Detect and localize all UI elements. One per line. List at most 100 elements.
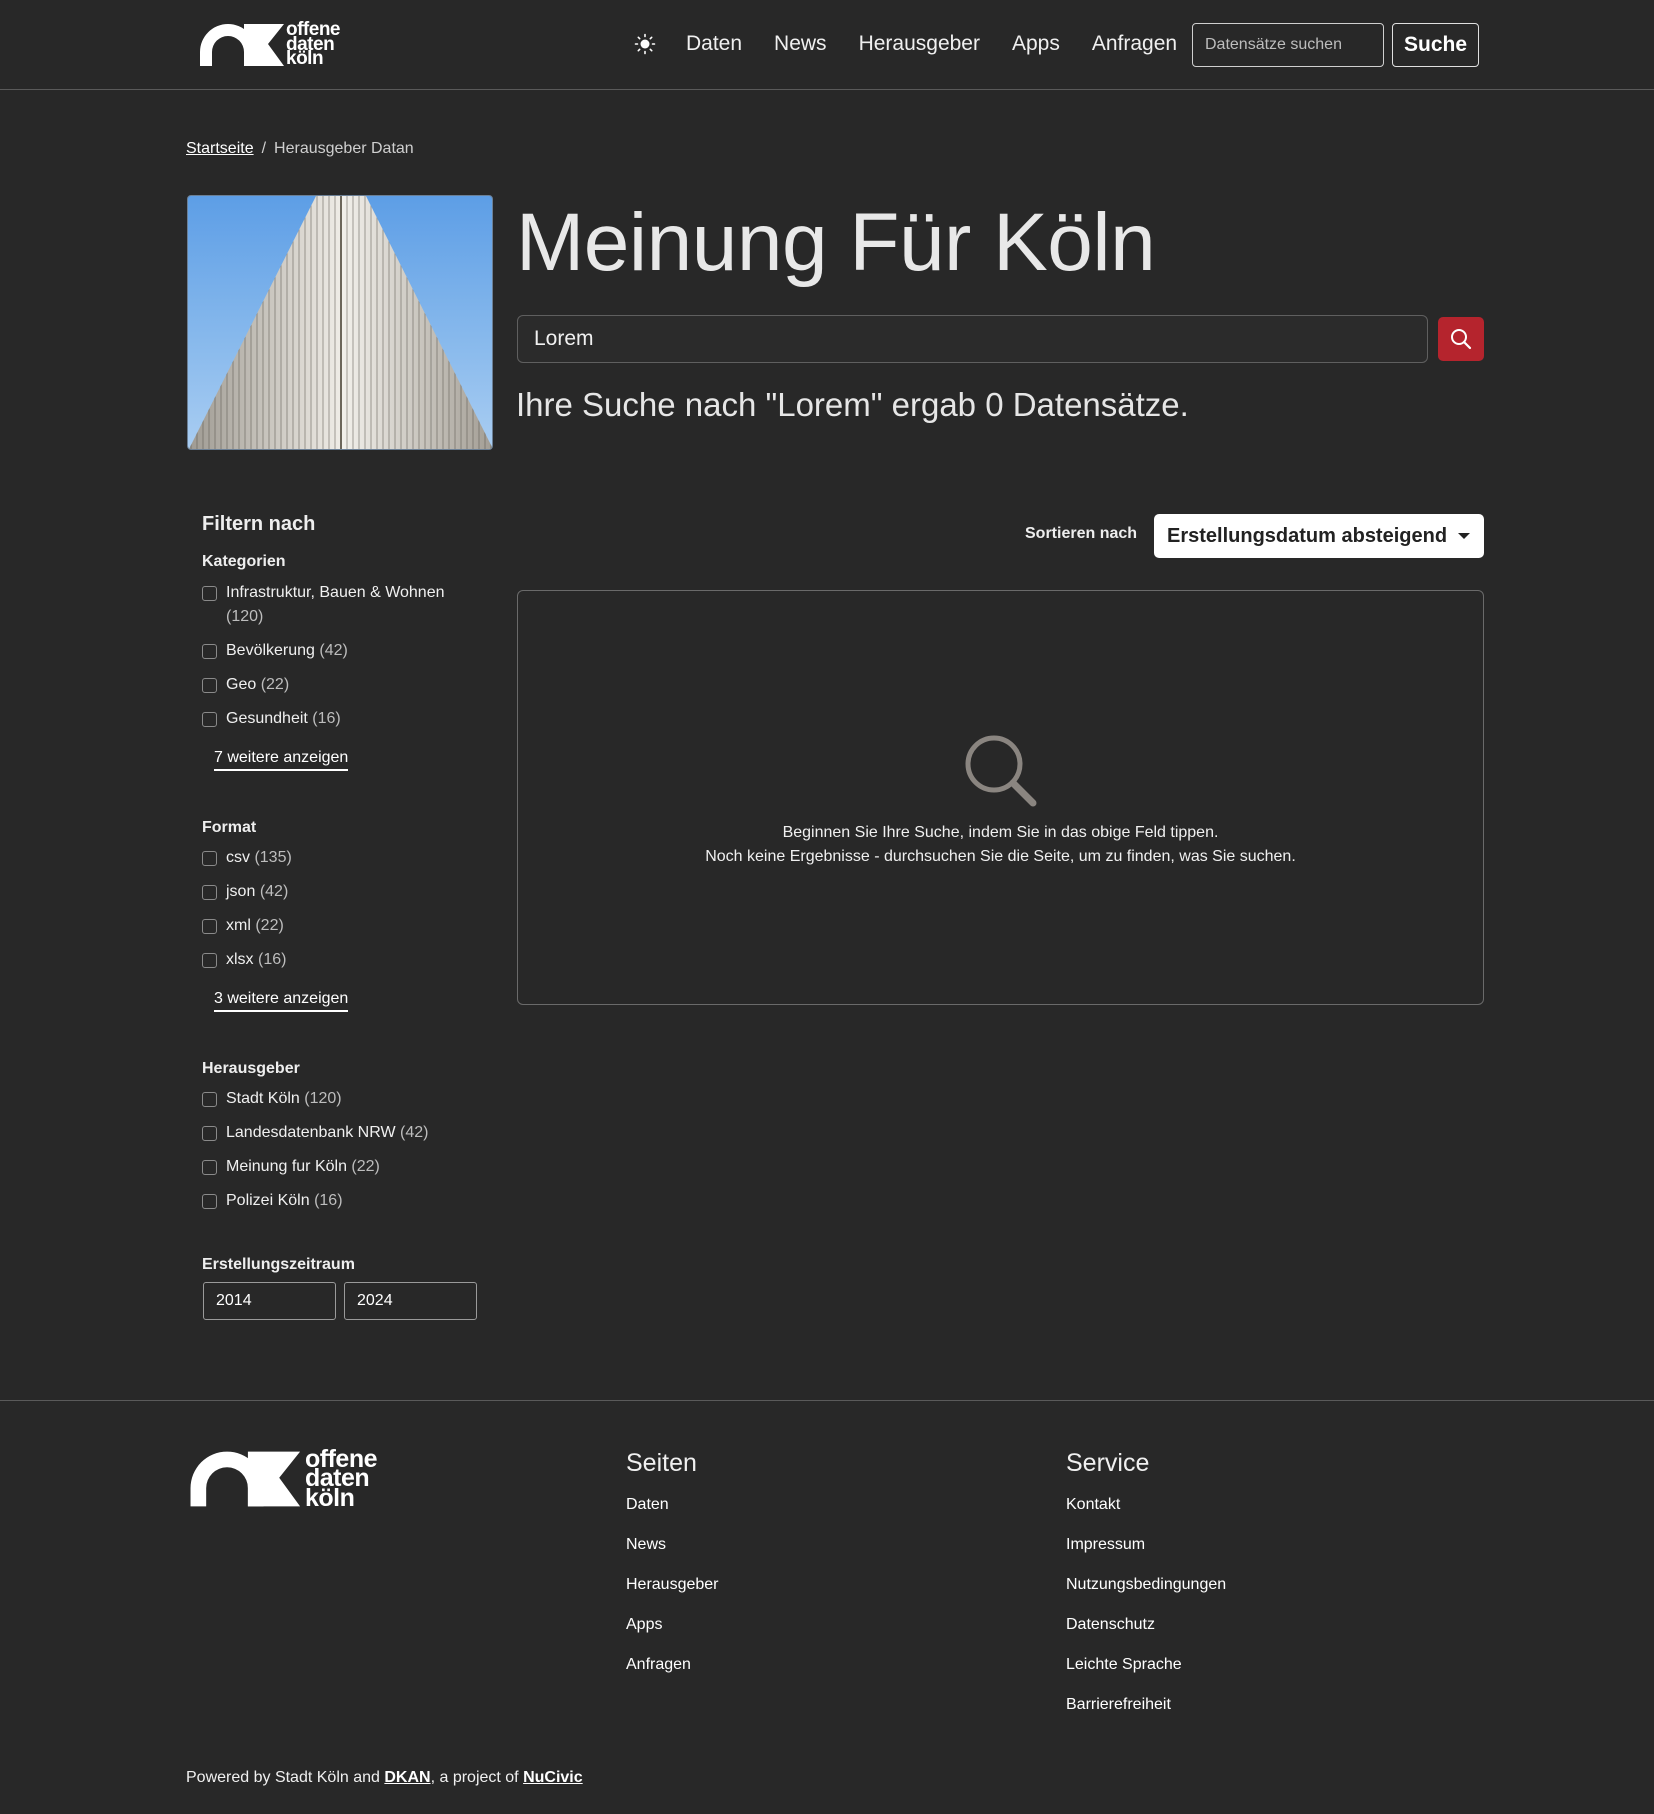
filter-option[interactable]: Stadt Köln (120) [202, 1087, 462, 1111]
filter-option[interactable]: Geo (22) [202, 673, 462, 697]
footer-link-herausgeber[interactable]: Herausgeber [626, 1576, 719, 1616]
show-more-format-link[interactable]: 3 weitere anzeigen [214, 990, 349, 1012]
filter-option[interactable]: Gesundheit (16) [202, 707, 462, 731]
option-name: json [226, 883, 256, 900]
filter-option[interactable]: xml (22) [202, 914, 462, 938]
nucivic-link[interactable]: NuCivic [523, 1769, 583, 1786]
option-name: xlsx [226, 951, 254, 968]
filter-option[interactable]: Polizei Köln (16) [202, 1189, 462, 1213]
footer-link-barrierefreiheit[interactable]: Barrierefreiheit [1066, 1696, 1226, 1736]
powered-by-text: , a project of [430, 1769, 524, 1786]
footer-link-kontakt[interactable]: Kontakt [1066, 1496, 1226, 1536]
nav-news[interactable]: News [774, 26, 827, 62]
filter-group-erstellungszeitraum: Erstellungszeitraum [202, 1256, 355, 1273]
nav-herausgeber[interactable]: Herausgeber [859, 26, 980, 62]
footer-link-nutzungsbedingungen[interactable]: Nutzungsbedingungen [1066, 1576, 1226, 1616]
nav-anfragen[interactable]: Anfragen [1092, 26, 1177, 62]
dataset-search-button[interactable] [1438, 317, 1484, 361]
footer-link-impressum[interactable]: Impressum [1066, 1536, 1226, 1576]
checkbox[interactable] [202, 1194, 217, 1209]
footer-seiten-title: Seiten [626, 1449, 697, 1477]
filter-option[interactable]: Infrastruktur, Bauen & Wohnen (120) [202, 581, 462, 629]
option-name: Gesundheit [226, 710, 308, 727]
dataset-search-input[interactable] [517, 315, 1428, 363]
checkbox[interactable] [202, 1160, 217, 1175]
footer-service-title: Service [1066, 1449, 1150, 1477]
sort-selected-value: Erstellungsdatum absteigend [1167, 524, 1448, 547]
logo-line: köln [286, 48, 324, 70]
breadcrumb: Startseite / Herausgeber Datan [186, 140, 414, 158]
filter-option[interactable]: json (42) [202, 880, 462, 904]
footer-logo[interactable]: offene daten köln [186, 1447, 378, 1510]
checkbox[interactable] [202, 678, 217, 693]
option-count: (135) [254, 849, 292, 866]
nav-daten[interactable]: Daten [686, 26, 742, 62]
filter-option-label: Infrastruktur, Bauen & Wohnen (120) [226, 581, 445, 629]
footer-link-news[interactable]: News [626, 1536, 719, 1576]
filter-option-label: Geo (22) [226, 673, 289, 697]
caret-down-icon [1458, 533, 1470, 539]
filter-option[interactable]: Landesdatenbank NRW (42) [202, 1121, 462, 1145]
sort-label: Sortieren nach [1025, 525, 1138, 542]
option-name: Infrastruktur, Bauen & Wohnen [226, 584, 445, 601]
filter-option-label: Meinung fur Köln (22) [226, 1155, 380, 1179]
filter-option[interactable]: xlsx (16) [202, 948, 462, 972]
logo-text: offene daten köln [286, 20, 341, 70]
main-nav: Daten News Herausgeber Apps Anfragen [630, 26, 1209, 62]
footer-service: Service Kontakt Impressum Nutzungsbeding… [1066, 1449, 1226, 1736]
filter-group-herausgeber: Herausgeber [202, 1060, 300, 1077]
breadcrumb-home-link[interactable]: Startseite [186, 140, 254, 157]
checkbox[interactable] [202, 644, 217, 659]
checkbox[interactable] [202, 885, 217, 900]
checkbox[interactable] [202, 1126, 217, 1141]
option-name: xml [226, 917, 251, 934]
site-logo[interactable]: offene daten köln [198, 20, 341, 70]
search-icon [1451, 329, 1472, 350]
checkbox[interactable] [202, 953, 217, 968]
show-more-kategorien-link[interactable]: 7 weitere anzeigen [214, 749, 349, 771]
option-count: (42) [319, 642, 348, 659]
checkbox[interactable] [202, 712, 217, 727]
option-count: (22) [260, 676, 290, 693]
sun-icon[interactable] [630, 26, 660, 62]
period-to-input[interactable] [344, 1282, 477, 1320]
sort-dropdown[interactable]: Erstellungsdatum absteigend [1154, 514, 1484, 558]
header-search-button[interactable]: Suche [1392, 23, 1479, 67]
nav-apps[interactable]: Apps [1012, 26, 1060, 62]
option-name: Stadt Köln [226, 1090, 300, 1107]
option-count: (16) [312, 710, 341, 727]
filter-option-label: xlsx (16) [226, 948, 286, 972]
option-name: Polizei Köln [226, 1192, 310, 1209]
filter-option[interactable]: Bevölkerung (42) [202, 639, 462, 663]
option-count: (120) [304, 1090, 342, 1107]
period-from-input[interactable] [203, 1282, 336, 1320]
option-count: (120) [226, 608, 264, 625]
filter-option[interactable]: csv (135) [202, 846, 462, 870]
logo-mark-icon [190, 1451, 301, 1507]
footer-link-leichte-sprache[interactable]: Leichte Sprache [1066, 1656, 1226, 1696]
checkbox[interactable] [202, 851, 217, 866]
option-name: csv [226, 849, 250, 866]
filter-group-kategorien: Kategorien [202, 553, 286, 570]
option-name: Meinung fur Köln [226, 1158, 347, 1175]
powered-by-text: Powered by Stadt Köln and [186, 1769, 385, 1786]
filter-group-format: Format [202, 819, 257, 836]
results-panel: Beginnen Sie Ihre Suche, indem Sie in da… [517, 590, 1484, 1005]
checkbox[interactable] [202, 586, 217, 601]
option-name: Landesdatenbank NRW [226, 1124, 396, 1141]
footer-link-apps[interactable]: Apps [626, 1616, 719, 1656]
filter-heading: Filtern nach [202, 513, 316, 535]
option-count: (42) [259, 883, 289, 900]
filter-option-label: Gesundheit (16) [226, 707, 341, 731]
checkbox[interactable] [202, 1092, 217, 1107]
footer-link-datenschutz[interactable]: Datenschutz [1066, 1616, 1226, 1656]
footer-link-anfragen[interactable]: Anfragen [626, 1656, 719, 1696]
filter-option-label: Stadt Köln (120) [226, 1087, 342, 1111]
filter-option[interactable]: Meinung fur Köln (22) [202, 1155, 462, 1179]
header-search-input[interactable] [1192, 23, 1384, 67]
footer-link-daten[interactable]: Daten [626, 1496, 719, 1536]
dkan-link[interactable]: DKAN [384, 1769, 430, 1786]
page-title: Meinung Für Köln [516, 197, 1156, 288]
skyscraper-image [189, 196, 492, 449]
checkbox[interactable] [202, 919, 217, 934]
